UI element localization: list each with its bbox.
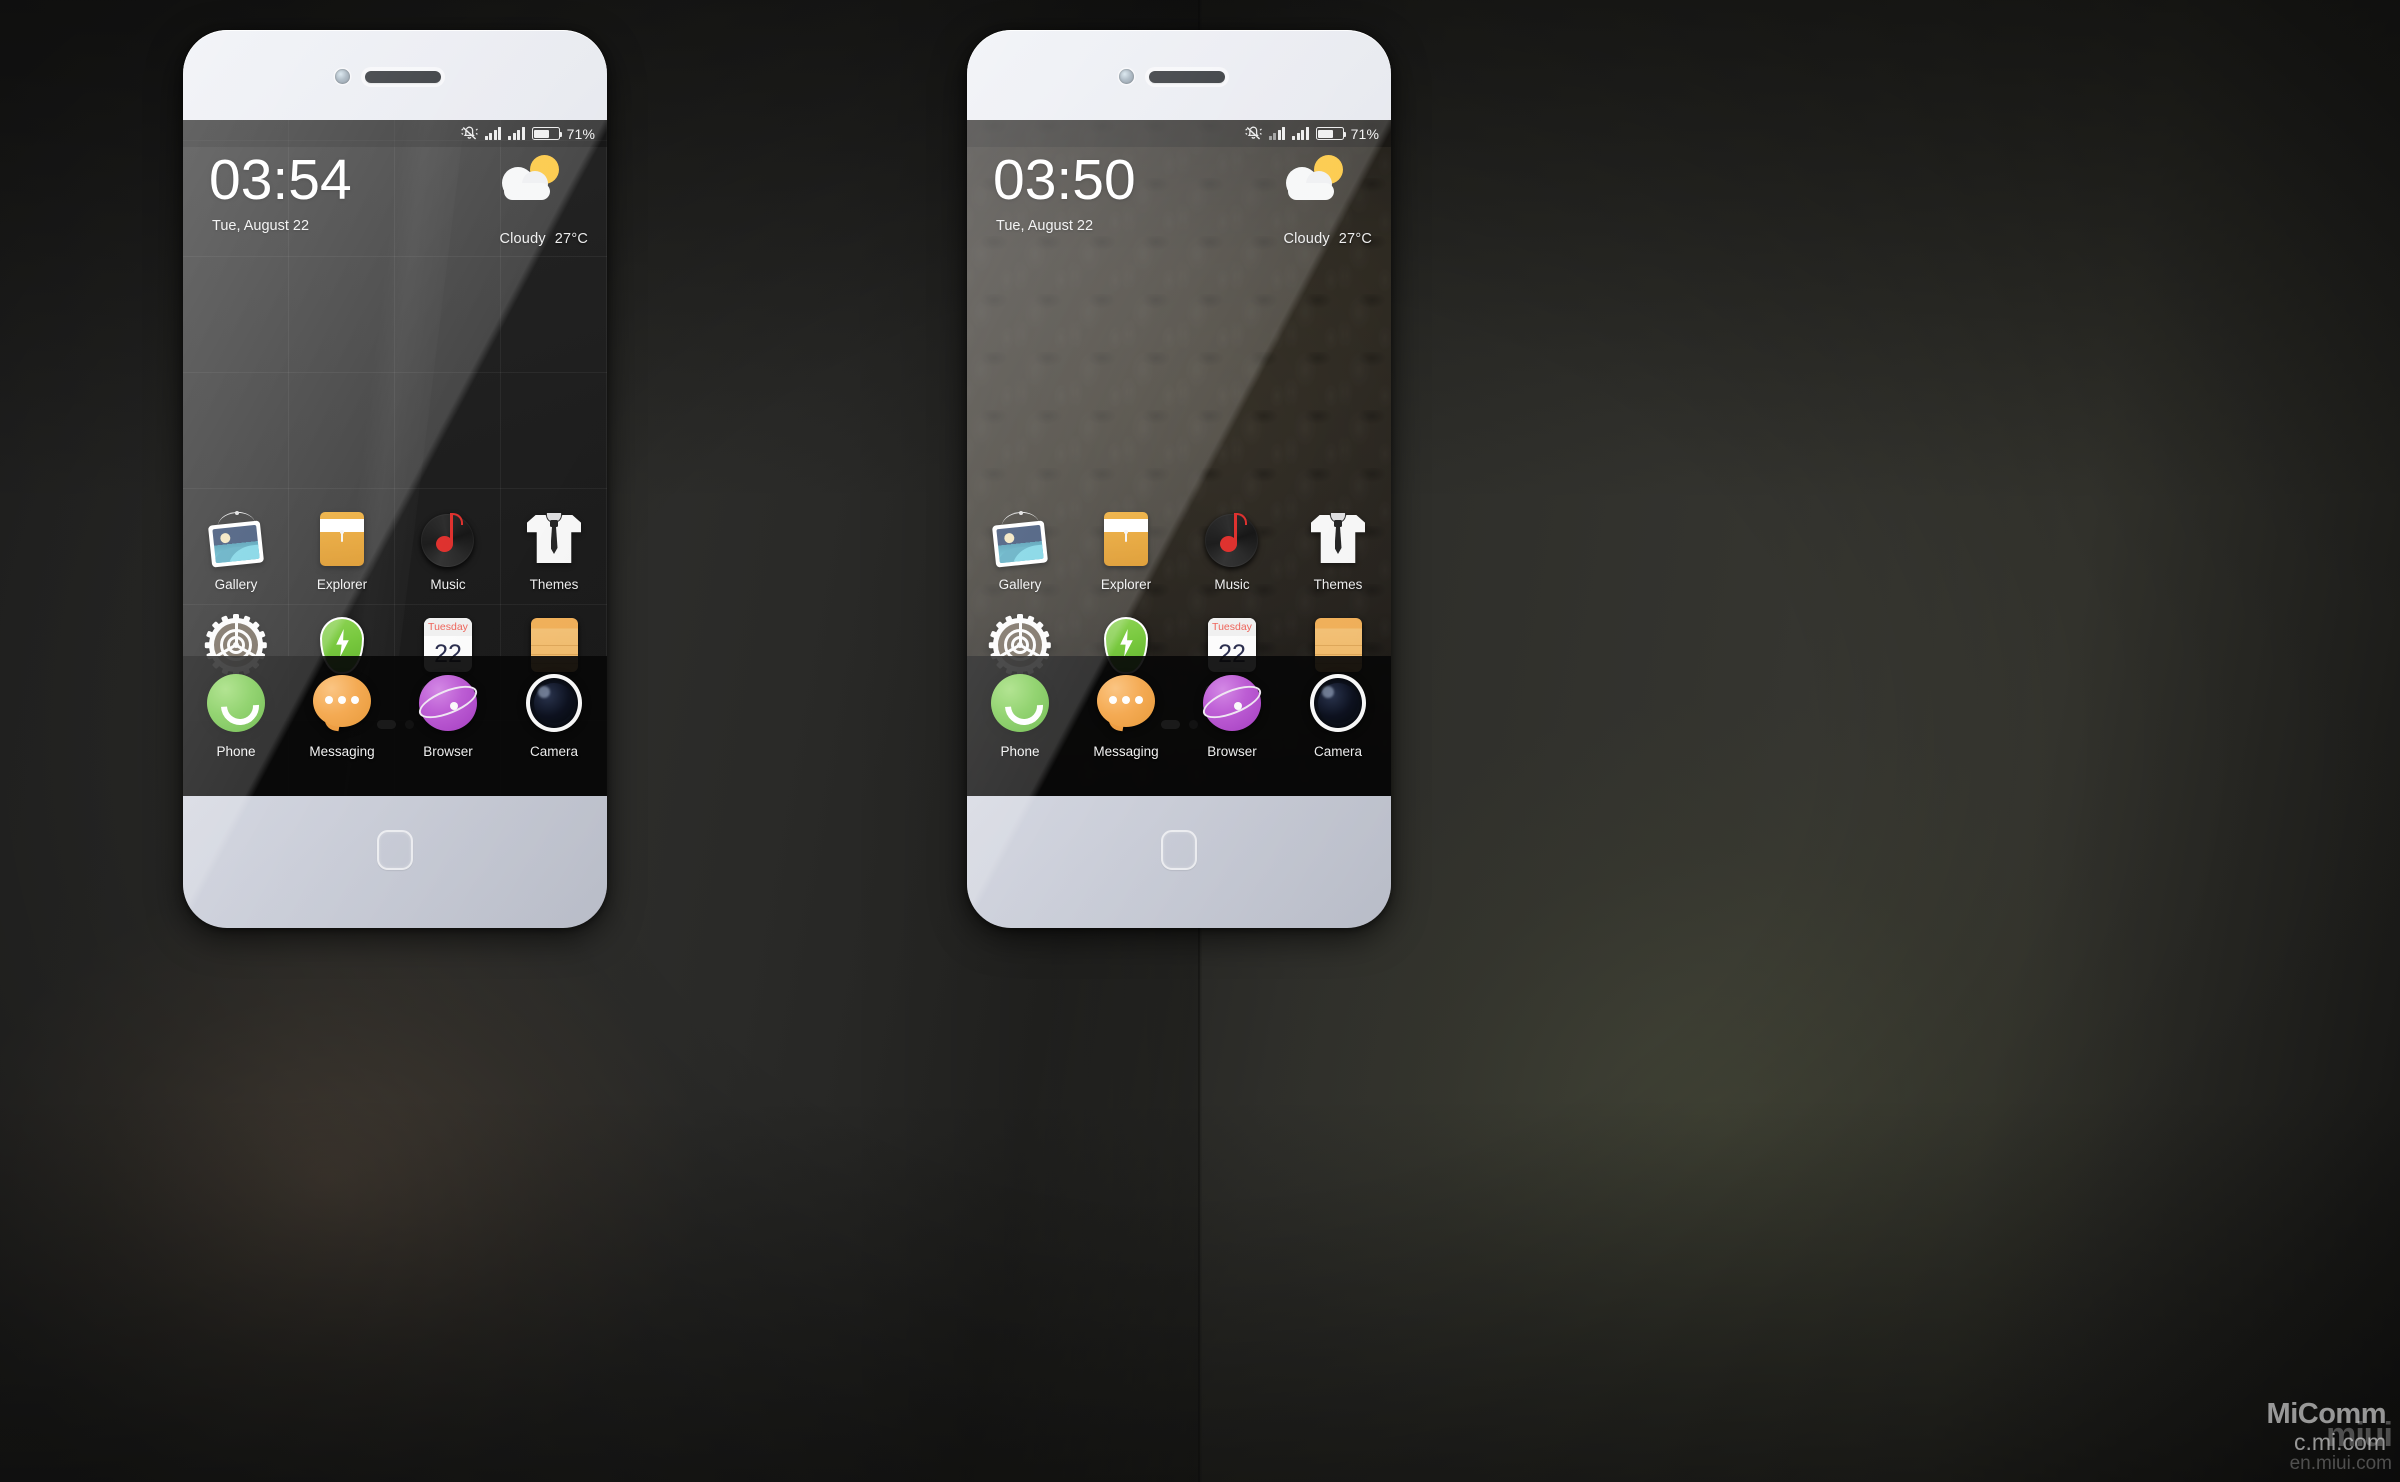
battery-percent-label: 71% — [566, 125, 595, 142]
app-music[interactable]: Music — [1179, 500, 1285, 606]
calendar-weekday: Tuesday — [1212, 621, 1252, 633]
themes-icon — [1307, 508, 1369, 570]
clock-date: Tue, August 22 — [996, 218, 1094, 234]
app-explorer[interactable]: Explorer — [289, 500, 395, 606]
app-explorer[interactable]: Explorer — [1073, 500, 1179, 606]
app-label: Explorer — [316, 577, 368, 592]
app-themes[interactable]: Themes — [1285, 500, 1391, 606]
weather-widget[interactable]: Cloudy 27°C — [440, 153, 590, 253]
app-label: Themes — [529, 577, 579, 592]
weather-temperature: 27°C — [1338, 231, 1372, 247]
calendar-weekday: Tuesday — [428, 621, 468, 633]
dock-app-camera[interactable]: Camera — [501, 672, 607, 759]
camera-lens-icon — [1307, 672, 1369, 734]
dock-label: Camera — [1313, 744, 1362, 759]
sun-behind-cloud-icon — [500, 155, 562, 205]
dock-label: Browser — [423, 744, 473, 759]
app-gallery[interactable]: Gallery — [967, 500, 1073, 606]
battery-icon — [1315, 127, 1347, 140]
dock-label: Phone — [1000, 744, 1040, 759]
device-bottom-bezel — [967, 796, 1391, 928]
app-label: Music — [430, 577, 466, 592]
device-top-bezel — [183, 30, 607, 120]
bell-slash-icon — [460, 126, 478, 141]
phone-device-right: 71% 03:50 Tue, August 22 Cloudy 27°C Gal… — [967, 30, 1391, 928]
explorer-icon — [1095, 508, 1157, 570]
weather-temperature: 27°C — [554, 231, 588, 247]
gallery-icon — [989, 508, 1051, 570]
front-camera-icon — [1119, 69, 1134, 84]
earpiece-speaker-icon — [365, 71, 441, 83]
dock-app-messaging[interactable]: Messaging — [1073, 672, 1179, 759]
dock-app-phone[interactable]: Phone — [967, 672, 1073, 759]
app-label: Explorer — [1100, 577, 1152, 592]
bell-slash-icon — [1244, 126, 1262, 141]
clock-date: Tue, August 22 — [212, 218, 310, 234]
signal-bars-icon-sim1 — [1268, 127, 1286, 140]
clock-time: 03:54 — [209, 148, 352, 212]
sun-behind-cloud-icon — [1284, 155, 1346, 205]
music-icon — [417, 508, 479, 570]
dock-label: Messaging — [1093, 744, 1159, 759]
phone-handset-icon — [989, 672, 1051, 734]
explorer-icon — [311, 508, 373, 570]
device-top-bezel — [967, 30, 1391, 120]
weather-condition: Cloudy — [499, 231, 546, 247]
app-music[interactable]: Music — [395, 500, 501, 606]
home-button[interactable] — [377, 830, 413, 870]
planet-icon — [1198, 672, 1266, 734]
gallery-icon — [205, 508, 267, 570]
dock-label: Messaging — [309, 744, 375, 759]
app-label: Music — [1214, 577, 1250, 592]
device-bottom-bezel — [183, 796, 607, 928]
dock-bar: Phone Messaging Browser Camera — [183, 656, 607, 796]
phone-screen-left[interactable]: 71% 03:54 Tue, August 22 Cloudy 27°C Gal… — [183, 120, 607, 796]
clock-weather-widget[interactable]: 03:54 Tue, August 22 Cloudy 27°C — [183, 147, 607, 259]
dock-app-browser[interactable]: Browser — [395, 672, 501, 759]
dock-app-messaging[interactable]: Messaging — [289, 672, 395, 759]
battery-percent-label: 71% — [1350, 125, 1379, 142]
dock-app-browser[interactable]: Browser — [1179, 672, 1285, 759]
dock-app-camera[interactable]: Camera — [1285, 672, 1391, 759]
app-label: Gallery — [214, 577, 258, 592]
weather-condition: Cloudy — [1283, 231, 1330, 247]
app-themes[interactable]: Themes — [501, 500, 607, 606]
phone-screen-right[interactable]: 71% 03:50 Tue, August 22 Cloudy 27°C Gal… — [967, 120, 1391, 796]
music-icon — [1201, 508, 1263, 570]
signal-bars-icon-sim2 — [508, 127, 525, 140]
weather-summary: Cloudy 27°C — [1283, 231, 1372, 247]
planet-icon — [414, 672, 482, 734]
chat-bubble-icon — [311, 672, 373, 734]
weather-summary: Cloudy 27°C — [499, 231, 588, 247]
signal-bars-icon-sim2 — [1292, 127, 1309, 140]
weather-widget[interactable]: Cloudy 27°C — [1224, 153, 1374, 253]
front-camera-icon — [335, 69, 350, 84]
dock-label: Phone — [216, 744, 256, 759]
status-bar: 71% — [967, 120, 1391, 147]
scene-backdrop: 71% 03:54 Tue, August 22 Cloudy 27°C Gal… — [0, 0, 2400, 1482]
app-label: Themes — [1313, 577, 1363, 592]
phone-handset-icon — [205, 672, 267, 734]
chat-bubble-icon — [1095, 672, 1157, 734]
app-gallery[interactable]: Gallery — [183, 500, 289, 606]
dock-label: Camera — [529, 744, 578, 759]
earpiece-speaker-icon — [1149, 71, 1225, 83]
clock-weather-widget[interactable]: 03:50 Tue, August 22 Cloudy 27°C — [967, 147, 1391, 259]
signal-bars-icon-sim1 — [484, 127, 502, 140]
dock-app-phone[interactable]: Phone — [183, 672, 289, 759]
camera-lens-icon — [523, 672, 585, 734]
phone-device-left: 71% 03:54 Tue, August 22 Cloudy 27°C Gal… — [183, 30, 607, 928]
status-bar: 71% — [183, 120, 607, 147]
battery-icon — [531, 127, 563, 140]
home-button[interactable] — [1161, 830, 1197, 870]
themes-icon — [523, 508, 585, 570]
dock-bar: Phone Messaging Browser Camera — [967, 656, 1391, 796]
app-label: Gallery — [998, 577, 1042, 592]
dock-label: Browser — [1207, 744, 1257, 759]
clock-time: 03:50 — [993, 148, 1136, 212]
